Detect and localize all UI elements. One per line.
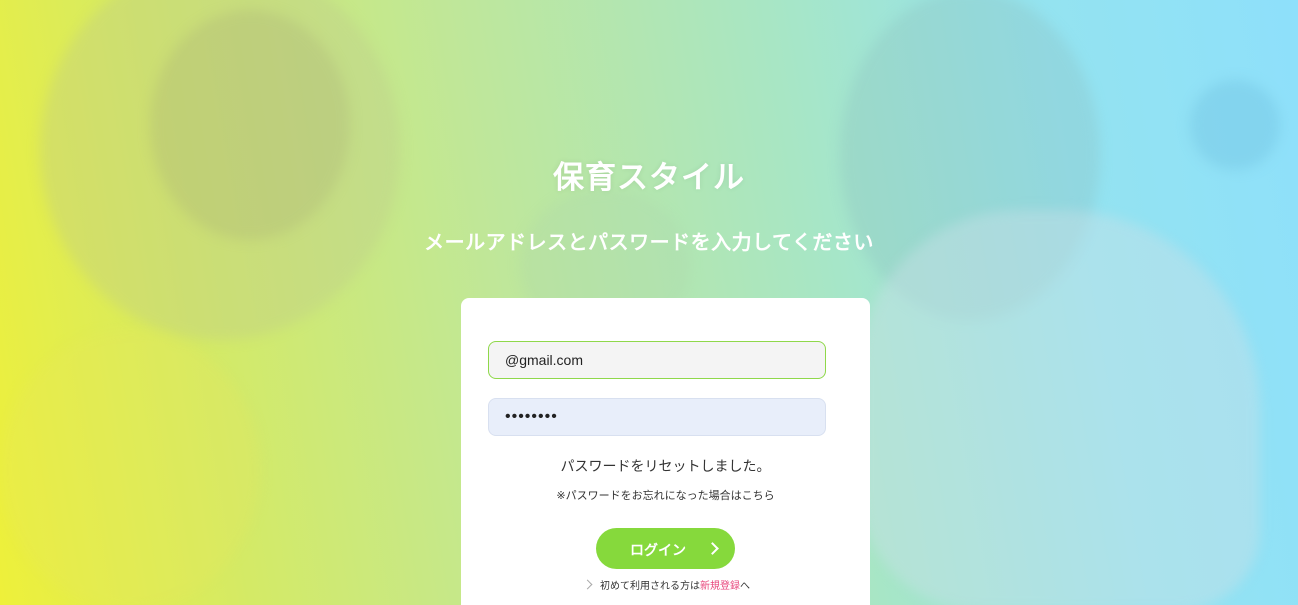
email-field[interactable] [488, 341, 826, 379]
register-prefix-text: 初めて利用される方は [600, 581, 700, 592]
login-instructions: メールアドレスとパスワードを入力してください [424, 230, 874, 254]
register-suffix-text: へ [740, 581, 750, 592]
login-page: 保育スタイル メールアドレスとパスワードを入力してください パスワードをリセット… [0, 0, 1298, 605]
register-link[interactable]: 新規登録 [700, 581, 740, 592]
forgot-password-link[interactable]: ※パスワードをお忘れになった場合はこちら [461, 487, 870, 503]
register-prompt: 初めて利用される方は新規登録へ [582, 577, 750, 592]
login-card: パスワードをリセットしました。 ※パスワードをお忘れになった場合はこちら ログイ… [461, 298, 870, 605]
chevron-right-icon [582, 579, 593, 590]
reset-status-message: パスワードをリセットしました。 [560, 459, 771, 475]
login-button-label: ログイン [630, 543, 686, 559]
login-button[interactable]: ログイン [596, 528, 735, 569]
app-title: 保育スタイル [553, 160, 745, 196]
chevron-right-icon [706, 542, 719, 555]
password-field[interactable] [488, 398, 826, 436]
